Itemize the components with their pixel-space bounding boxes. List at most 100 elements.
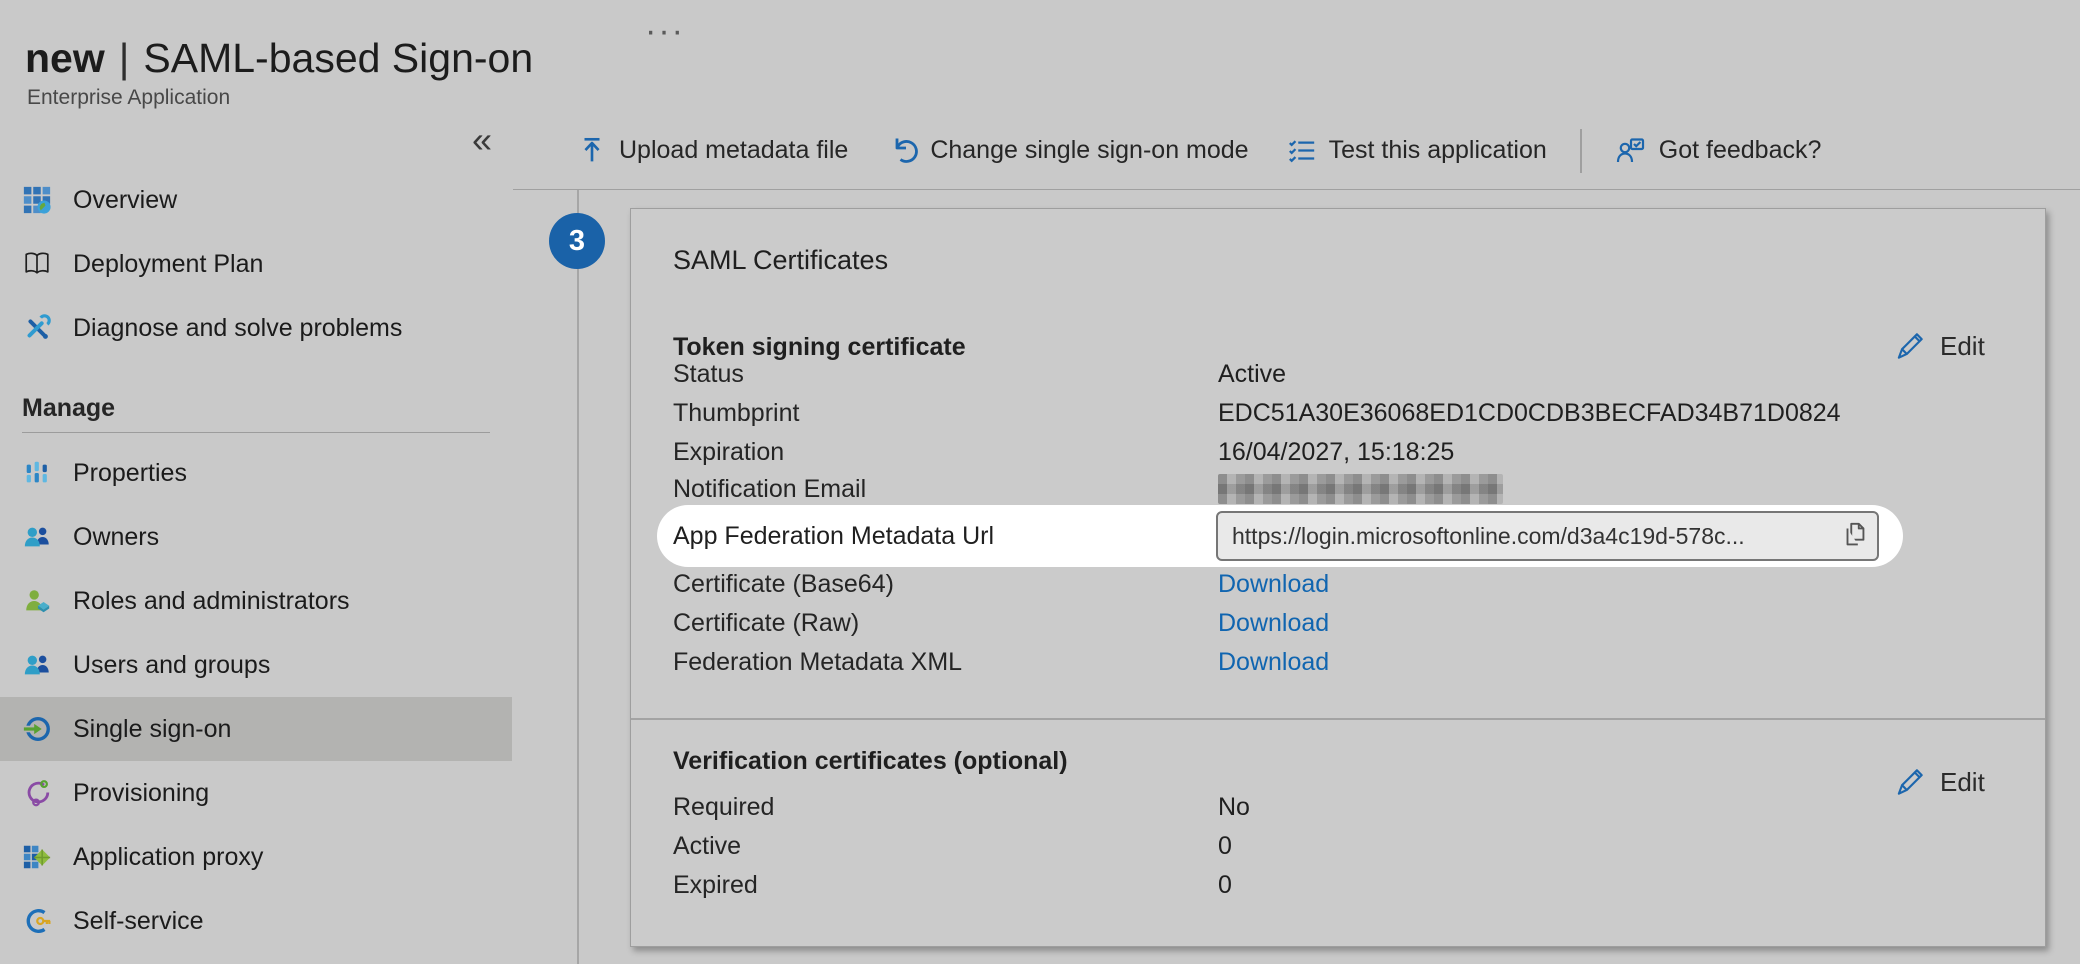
download-federation-metadata-xml-link[interactable]: Download — [1218, 648, 1329, 677]
edit-token-certificate-button[interactable]: Edit — [1893, 329, 1985, 363]
sidebar-item-overview[interactable]: Overview — [0, 168, 512, 232]
sidebar-item-deployment-plan[interactable]: Deployment Plan — [0, 232, 512, 296]
toolbar-item-label: Change single sign-on mode — [930, 136, 1248, 165]
sidebar-item-label: Diagnose and solve problems — [73, 314, 402, 343]
page-subtitle: Enterprise Application — [27, 86, 230, 110]
saml-certificates-panel: SAML Certificates Token signing certific… — [630, 208, 2046, 947]
copy-icon — [1840, 520, 1870, 550]
sidebar-collapse-button[interactable]: « — [472, 118, 492, 162]
section-divider — [631, 718, 2045, 720]
sidebar-item-application-proxy[interactable]: Application proxy — [0, 825, 512, 889]
more-menu-icon[interactable]: ··· — [645, 12, 685, 51]
upload-icon — [577, 136, 607, 166]
test-checklist-icon — [1287, 136, 1317, 166]
edit-pencil-icon — [1893, 329, 1927, 363]
sidebar-item-properties[interactable]: Properties — [0, 441, 512, 505]
expiration-row: Expiration 16/04/2027, 15:18:25 — [673, 437, 1454, 467]
page: new | SAML-based Sign-on ··· Enterprise Ap… — [0, 0, 2080, 964]
sidebar-item-self-service[interactable]: Self-service — [0, 889, 512, 953]
download-certificate-base64-link[interactable]: Download — [1218, 570, 1329, 599]
diagnose-icon — [22, 313, 52, 343]
metadata-url-input[interactable] — [1216, 511, 1879, 561]
toolbar-item-label: Test this application — [1329, 136, 1547, 165]
row-label: Active — [673, 832, 1218, 861]
change-mode-icon — [886, 135, 918, 167]
active-row: Active 0 — [673, 831, 1232, 861]
owners-icon — [22, 522, 52, 552]
provisioning-icon — [22, 778, 52, 808]
row-label: Required — [673, 793, 1218, 822]
sidebar-item-label: Application proxy — [73, 843, 263, 872]
application-proxy-icon — [22, 842, 52, 872]
thumbprint-row: Thumbprint EDC51A30E36068ED1CD0CDB3BECFA… — [673, 398, 1841, 428]
row-label: Expired — [673, 871, 1218, 900]
sidebar-item-label: Overview — [73, 186, 177, 215]
toolbar-item-label: Got feedback? — [1659, 136, 1822, 165]
toolbar-separator — [1580, 129, 1582, 173]
row-value: 16/04/2027, 15:18:25 — [1218, 438, 1454, 467]
row-label: Expiration — [673, 438, 1218, 467]
row-label: Federation Metadata XML — [673, 648, 1218, 677]
page-title: new | SAML-based Sign-on — [25, 35, 533, 82]
row-label: Notification Email — [673, 475, 1218, 504]
app-name: new — [25, 35, 105, 81]
sidebar-item-label: Single sign-on — [73, 715, 231, 744]
change-sso-mode-button[interactable]: Change single sign-on mode — [867, 135, 1267, 167]
sidebar-divider — [577, 190, 579, 964]
certificate-base64-row: Certificate (Base64) Download — [673, 569, 1329, 599]
manage-section-divider — [22, 432, 490, 433]
sidebar-item-label: Provisioning — [73, 779, 209, 808]
sidebar-item-roles[interactable]: Roles and administrators — [0, 569, 512, 633]
row-label: Certificate (Raw) — [673, 609, 1218, 638]
sidebar-item-label: Properties — [73, 459, 187, 488]
edit-label: Edit — [1940, 767, 1985, 798]
row-label: Status — [673, 360, 1218, 389]
sidebar-item-diagnose[interactable]: Diagnose and solve problems — [0, 296, 512, 360]
sidebar-item-label: Owners — [73, 523, 159, 552]
deployment-plan-icon — [22, 249, 52, 279]
row-value: 0 — [1218, 832, 1232, 861]
status-row: Status Active — [673, 359, 1286, 389]
download-certificate-raw-link[interactable]: Download — [1218, 609, 1329, 638]
users-groups-icon — [22, 650, 52, 680]
sidebar-item-label: Deployment Plan — [73, 250, 263, 279]
manage-section-label: Manage — [0, 386, 512, 430]
row-label: App Federation Metadata Url — [673, 505, 994, 567]
federation-metadata-xml-row: Federation Metadata XML Download — [673, 647, 1329, 677]
sidebar-item-label: Users and groups — [73, 651, 270, 680]
row-value: Active — [1218, 360, 1286, 389]
sidebar-item-provisioning[interactable]: Provisioning — [0, 761, 512, 825]
properties-icon — [22, 458, 52, 488]
roles-icon — [22, 586, 52, 616]
single-sign-on-icon — [22, 714, 52, 744]
sidebar: Overview Deployment Plan Diagnose and so… — [0, 168, 512, 953]
edit-verification-certificates-button[interactable]: Edit — [1893, 765, 1985, 799]
token-signing-certificate-heading: Token signing certificate — [673, 333, 966, 362]
sidebar-item-label: Self-service — [73, 907, 204, 936]
step-badge: 3 — [549, 213, 605, 269]
panel-title: SAML Certificates — [673, 245, 888, 276]
edit-pencil-icon — [1893, 765, 1927, 799]
got-feedback-button[interactable]: Got feedback? — [1596, 135, 1841, 167]
notification-email-redacted-value — [1218, 474, 1503, 504]
upload-metadata-file-button[interactable]: Upload metadata file — [558, 136, 867, 166]
required-row: Required No — [673, 792, 1250, 822]
self-service-icon — [22, 906, 52, 936]
row-label: Thumbprint — [673, 399, 1218, 428]
title-separator: | — [119, 35, 130, 81]
row-value: 0 — [1218, 871, 1232, 900]
sidebar-item-users-and-groups[interactable]: Users and groups — [0, 633, 512, 697]
certificate-raw-row: Certificate (Raw) Download — [673, 608, 1329, 638]
sidebar-section-manage: Manage — [0, 386, 512, 433]
sidebar-item-owners[interactable]: Owners — [0, 505, 512, 569]
sidebar-item-single-sign-on[interactable]: Single sign-on — [0, 697, 512, 761]
app-federation-metadata-url-field — [1216, 511, 1879, 561]
copy-url-button[interactable] — [1839, 520, 1871, 552]
test-application-button[interactable]: Test this application — [1268, 136, 1566, 166]
blade-title: SAML-based Sign-on — [143, 35, 533, 81]
expired-row: Expired 0 — [673, 870, 1232, 900]
edit-label: Edit — [1940, 331, 1985, 362]
row-label: Certificate (Base64) — [673, 570, 1218, 599]
verification-certificates-heading: Verification certificates (optional) — [673, 747, 1068, 776]
feedback-icon — [1615, 135, 1647, 167]
